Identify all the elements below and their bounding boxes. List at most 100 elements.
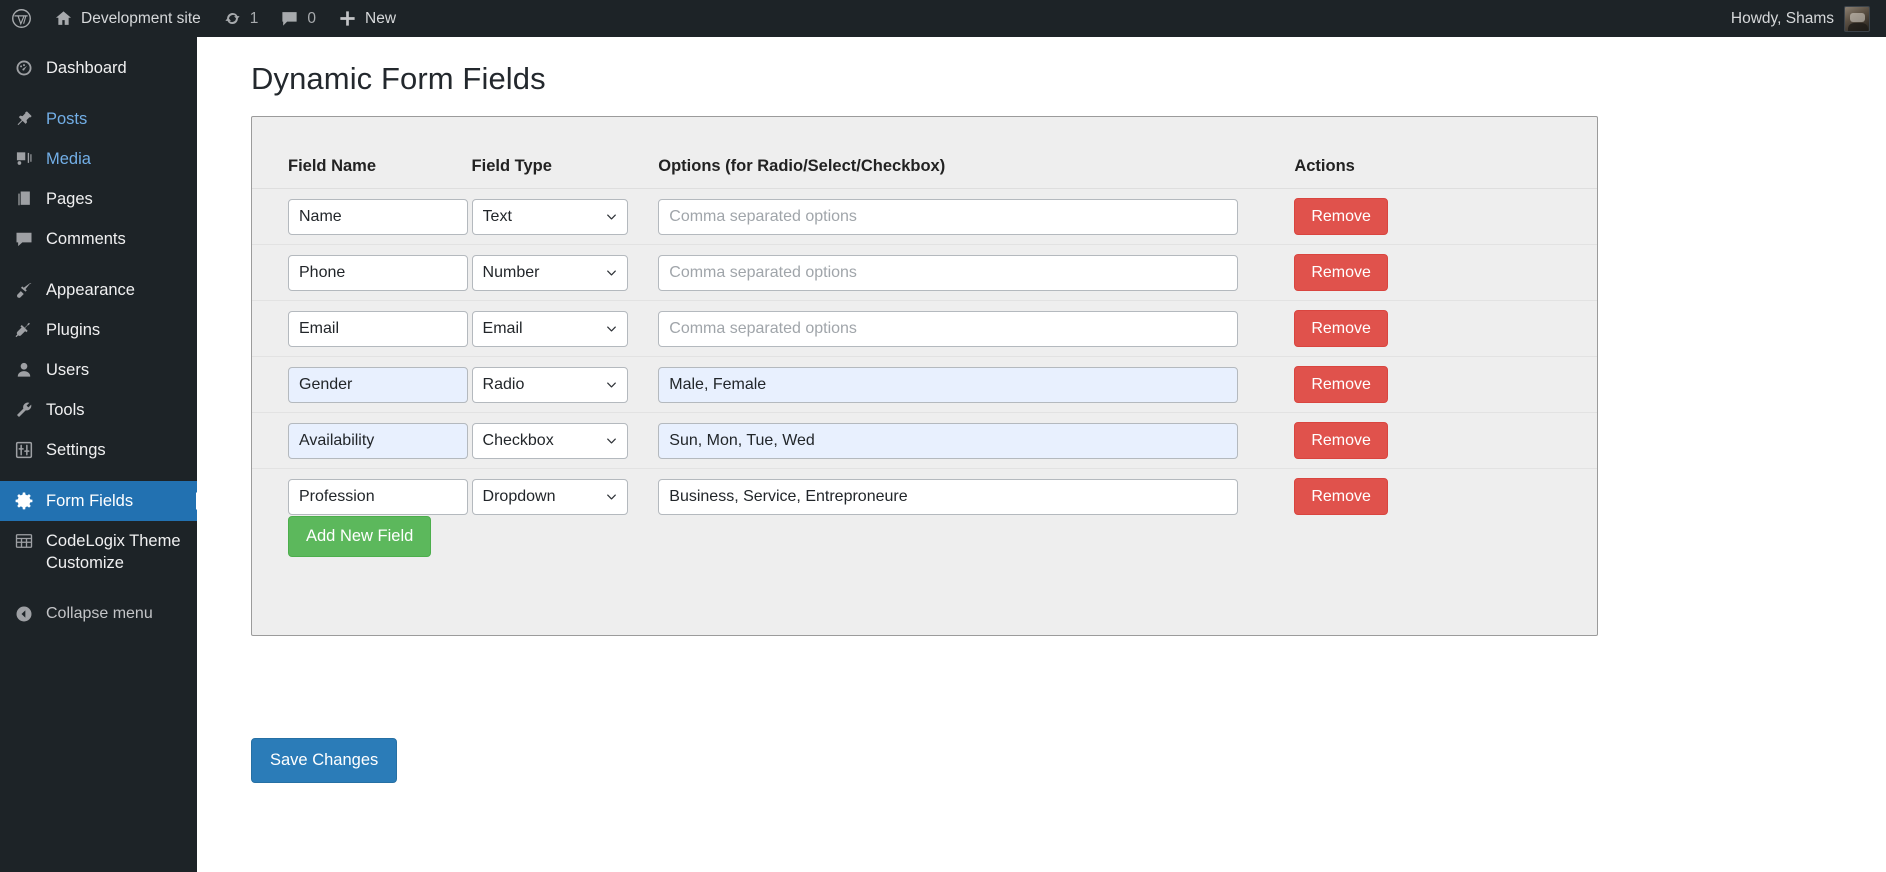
table-row: TextNumberEmailRadioCheckboxDropdown Remo… bbox=[252, 188, 1597, 245]
sidebar-item-pages[interactable]: Pages bbox=[0, 179, 197, 219]
cell-options bbox=[658, 244, 1295, 301]
sidebar-item-label: Settings bbox=[46, 441, 106, 459]
field-name-input[interactable] bbox=[288, 422, 468, 459]
remove-field-button[interactable]: Remove bbox=[1294, 366, 1388, 403]
sidebar-item-posts[interactable]: Posts bbox=[0, 99, 197, 139]
sidebar-item-settings[interactable]: Settings bbox=[0, 430, 197, 470]
field-type-select-wrapper: TextNumberEmailRadioCheckboxDropdown bbox=[471, 366, 628, 403]
field-type-select[interactable]: TextNumberEmailRadioCheckboxDropdown bbox=[471, 254, 628, 291]
account-menu[interactable]: Howdy, Shams bbox=[1730, 5, 1886, 32]
field-type-select-wrapper: TextNumberEmailRadioCheckboxDropdown bbox=[471, 422, 628, 459]
field-name-input[interactable] bbox=[288, 310, 468, 347]
cell-options bbox=[658, 356, 1295, 413]
sidebar-item-label: Plugins bbox=[46, 321, 101, 339]
sidebar-collapse-menu[interactable]: Collapse menu bbox=[0, 594, 197, 634]
comments-button[interactable]: 0 bbox=[269, 0, 327, 37]
field-type-select[interactable]: TextNumberEmailRadioCheckboxDropdown bbox=[471, 366, 628, 403]
add-new-field-button[interactable]: Add New Field bbox=[288, 516, 432, 557]
greeting-label: Howdy, Shams bbox=[1730, 9, 1834, 27]
remove-field-button[interactable]: Remove bbox=[1294, 478, 1388, 515]
site-name-label: Development site bbox=[81, 9, 201, 27]
collapse-arrow-icon bbox=[13, 603, 35, 625]
sidebar-item-media[interactable]: Media bbox=[0, 139, 197, 179]
header-actions: Actions bbox=[1294, 157, 1597, 189]
sidebar-item-comments[interactable]: Comments bbox=[0, 219, 197, 259]
updates-count: 1 bbox=[249, 9, 259, 27]
field-type-select-wrapper: TextNumberEmailRadioCheckboxDropdown bbox=[471, 310, 628, 347]
sidebar-item-codelogix-theme-customize[interactable]: CodeLogix Theme Customize bbox=[0, 521, 197, 583]
cell-options bbox=[658, 469, 1294, 525]
sidebar-item-plugins[interactable]: Plugins bbox=[0, 310, 197, 350]
sidebar-item-form-fields[interactable]: Form Fields bbox=[0, 481, 197, 521]
page-title: Dynamic Form Fields bbox=[251, 61, 546, 96]
cell-field-type: TextNumberEmailRadioCheckboxDropdown bbox=[471, 469, 659, 525]
remove-field-button[interactable]: Remove bbox=[1294, 422, 1388, 459]
header-field-name: Field Name bbox=[252, 157, 472, 189]
wordpress-logo-button[interactable] bbox=[0, 0, 43, 37]
sidebar-gap-4 bbox=[0, 583, 197, 594]
sidebar-item-label: Appearance bbox=[46, 281, 135, 299]
table-row: TextNumberEmailRadioCheckboxDropdown Remo… bbox=[252, 412, 1597, 469]
site-name-button[interactable]: Development site bbox=[43, 0, 212, 37]
field-type-select[interactable]: TextNumberEmailRadioCheckboxDropdown bbox=[471, 422, 628, 459]
sidebar-top-gap bbox=[0, 37, 197, 48]
remove-field-button[interactable]: Remove bbox=[1294, 254, 1388, 291]
cell-options bbox=[658, 412, 1295, 469]
sidebar-item-users[interactable]: Users bbox=[0, 350, 197, 390]
cell-field-name bbox=[252, 188, 472, 245]
cell-actions: Remove bbox=[1294, 469, 1597, 525]
table-row: TextNumberEmailRadioCheckboxDropdown Remo… bbox=[252, 469, 1597, 525]
admin-bar: Development site 1 0 New Howdy, Shams bbox=[0, 0, 1886, 37]
cell-actions: Remove bbox=[1294, 188, 1597, 245]
cell-field-type: TextNumberEmailRadioCheckboxDropdown bbox=[471, 356, 659, 413]
field-name-input[interactable] bbox=[288, 366, 468, 403]
sidebar-gap-1 bbox=[0, 88, 197, 99]
field-name-input[interactable] bbox=[288, 198, 468, 235]
remove-field-button[interactable]: Remove bbox=[1294, 198, 1388, 235]
field-type-select[interactable]: TextNumberEmailRadioCheckboxDropdown bbox=[471, 478, 628, 515]
cell-options bbox=[658, 188, 1295, 245]
cell-field-name bbox=[252, 356, 472, 413]
cell-field-type: TextNumberEmailRadioCheckboxDropdown bbox=[471, 244, 659, 301]
options-input[interactable] bbox=[658, 310, 1239, 347]
cell-field-type: TextNumberEmailRadioCheckboxDropdown bbox=[471, 188, 659, 245]
options-input[interactable] bbox=[658, 422, 1239, 459]
table-row: TextNumberEmailRadioCheckboxDropdown Remo… bbox=[252, 300, 1597, 357]
sidebar-item-label: Tools bbox=[46, 401, 85, 419]
field-name-input[interactable] bbox=[288, 478, 468, 515]
field-type-select[interactable]: TextNumberEmailRadioCheckboxDropdown bbox=[471, 198, 628, 235]
options-input[interactable] bbox=[658, 198, 1239, 235]
cell-actions: Remove bbox=[1294, 244, 1597, 301]
wordpress-logo-icon bbox=[11, 8, 32, 29]
options-input[interactable] bbox=[658, 366, 1239, 403]
sidebar-item-tools[interactable]: Tools bbox=[0, 390, 197, 430]
pin-icon bbox=[13, 108, 35, 130]
cell-field-type: TextNumberEmailRadioCheckboxDropdown bbox=[471, 412, 659, 469]
cell-field-name bbox=[252, 300, 472, 357]
sidebar-item-label: Pages bbox=[46, 190, 93, 208]
field-type-select[interactable]: TextNumberEmailRadioCheckboxDropdown bbox=[471, 310, 628, 347]
remove-field-button[interactable]: Remove bbox=[1294, 310, 1388, 347]
updates-icon bbox=[223, 9, 242, 28]
main-content: Dynamic Form Fields Field Name Field Typ… bbox=[197, 37, 1886, 872]
comment-bubble-icon bbox=[13, 228, 35, 250]
cell-field-type: TextNumberEmailRadioCheckboxDropdown bbox=[471, 300, 659, 357]
sidebar-item-appearance[interactable]: Appearance bbox=[0, 270, 197, 310]
save-changes-button[interactable]: Save Changes bbox=[251, 738, 398, 783]
new-content-button[interactable]: New bbox=[327, 0, 407, 37]
options-input[interactable] bbox=[658, 478, 1239, 515]
sidebar-item-dashboard[interactable]: Dashboard bbox=[0, 48, 197, 88]
pages-icon bbox=[13, 188, 35, 210]
user-icon bbox=[13, 359, 35, 381]
sidebar-item-label: Dashboard bbox=[46, 59, 127, 77]
sidebar-item-label: Media bbox=[46, 150, 91, 168]
cell-actions: Remove bbox=[1294, 300, 1597, 357]
updates-button[interactable]: 1 bbox=[212, 0, 270, 37]
sidebar-item-label: Comments bbox=[46, 230, 126, 248]
field-name-input[interactable] bbox=[288, 254, 468, 291]
field-type-select-wrapper: TextNumberEmailRadioCheckboxDropdown bbox=[471, 198, 628, 235]
options-input[interactable] bbox=[658, 254, 1239, 291]
cell-actions: Remove bbox=[1294, 412, 1597, 469]
sidebar-collapse-label: Collapse menu bbox=[46, 605, 153, 622]
sliders-icon bbox=[13, 439, 35, 461]
